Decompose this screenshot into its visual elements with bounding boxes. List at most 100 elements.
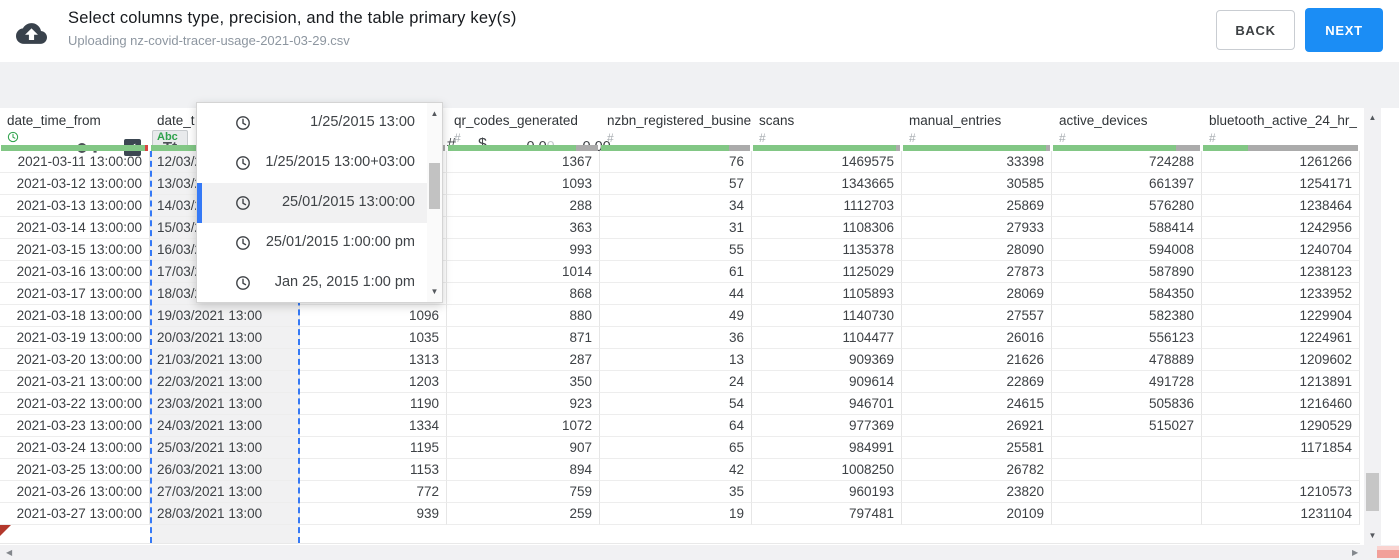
table-cell[interactable]: 36 [600,327,752,349]
table-cell[interactable]: 478889 [1052,349,1202,371]
table-cell[interactable]: 23/03/2021 13:00 [150,393,300,415]
table-cell[interactable]: 2021-03-23 13:00:00 [0,415,150,437]
format-option[interactable]: 1/25/2015 13:00 [197,103,442,143]
table-cell[interactable]: 27933 [902,217,1052,239]
table-cell[interactable]: 44 [600,283,752,305]
column-header-qr_codes_generated[interactable]: qr_codes_generated # [447,108,600,151]
table-cell[interactable]: 64 [600,415,752,437]
column-header-active_devices[interactable]: active_devices # [1052,108,1202,151]
table-cell[interactable]: 556123 [1052,327,1202,349]
table-cell[interactable]: 25869 [902,195,1052,217]
scroll-up-icon[interactable]: ▲ [1364,113,1381,122]
table-cell[interactable]: 24615 [902,393,1052,415]
column-header-bluetooth_active_24_hr_[interactable]: bluetooth_active_24_hr_ # [1202,108,1360,151]
table-cell[interactable]: 871 [447,327,600,349]
table-cell[interactable]: 49 [600,305,752,327]
table-cell[interactable]: 2021-03-27 13:00:00 [0,503,150,525]
table-cell[interactable]: 20109 [902,503,1052,525]
table-cell[interactable]: 23820 [902,481,1052,503]
table-cell[interactable]: 1469575 [752,151,902,173]
table-cell[interactable]: 1313 [300,349,447,371]
table-cell[interactable]: 1209602 [1202,349,1360,371]
table-cell[interactable]: 909369 [752,349,902,371]
next-button[interactable]: NEXT [1305,8,1383,52]
scroll-right-icon[interactable]: ▶ [1352,548,1358,557]
table-cell[interactable]: 25581 [902,437,1052,459]
table-cell[interactable]: 2021-03-11 13:00:00 [0,151,150,173]
table-cell[interactable]: 984991 [752,437,902,459]
table-cell[interactable]: 977369 [752,415,902,437]
table-cell[interactable]: 21626 [902,349,1052,371]
table-cell[interactable]: 1367 [447,151,600,173]
table-cell[interactable]: 26782 [902,459,1052,481]
table-cell[interactable]: 1072 [447,415,600,437]
table-cell[interactable]: 1261266 [1202,151,1360,173]
table-cell[interactable]: 515027 [1052,415,1202,437]
table-cell[interactable]: 1229904 [1202,305,1360,327]
dropdown-scrollbar-thumb[interactable] [429,163,440,209]
table-cell[interactable]: 1008250 [752,459,902,481]
table-cell[interactable]: 54 [600,393,752,415]
table-cell[interactable]: 1135378 [752,239,902,261]
table-cell[interactable]: 259 [447,503,600,525]
table-cell[interactable]: 923 [447,393,600,415]
table-cell[interactable]: 19/03/2021 13:00 [150,305,300,327]
table-cell[interactable]: 1240704 [1202,239,1360,261]
table-cell[interactable]: 26016 [902,327,1052,349]
table-cell[interactable]: 946701 [752,393,902,415]
table-cell[interactable]: 588414 [1052,217,1202,239]
table-cell[interactable]: 724288 [1052,151,1202,173]
table-cell[interactable]: 1105893 [752,283,902,305]
table-cell[interactable]: 1238464 [1202,195,1360,217]
table-cell[interactable]: 907 [447,437,600,459]
table-cell[interactable]: 57 [600,173,752,195]
table-cell[interactable]: 288 [447,195,600,217]
table-cell[interactable]: 13 [600,349,752,371]
table-cell[interactable]: 880 [447,305,600,327]
table-cell[interactable]: 27557 [902,305,1052,327]
table-cell[interactable]: 584350 [1052,283,1202,305]
format-option[interactable]: 1/25/2015 13:00+03:00 [197,143,442,183]
table-cell[interactable]: 2021-03-25 13:00:00 [0,459,150,481]
column-header-scans[interactable]: scans # [752,108,902,151]
table-cell[interactable]: 1104477 [752,327,902,349]
table-cell[interactable]: 2021-03-18 13:00:00 [0,305,150,327]
table-cell[interactable]: 55 [600,239,752,261]
table-cell[interactable]: 21/03/2021 13:00 [150,349,300,371]
table-cell[interactable]: 2021-03-24 13:00:00 [0,437,150,459]
table-cell[interactable]: 868 [447,283,600,305]
table-cell[interactable]: 26/03/2021 13:00 [150,459,300,481]
table-cell[interactable]: 1203 [300,371,447,393]
table-cell[interactable]: 894 [447,459,600,481]
table-cell[interactable]: 1233952 [1202,283,1360,305]
table-cell[interactable]: 2021-03-16 13:00:00 [0,261,150,283]
format-option[interactable]: 25/01/2015 1:00:00 pm [197,223,442,263]
scroll-down-icon[interactable]: ▼ [1364,531,1381,540]
column-header-nzbn_registered_busine[interactable]: nzbn_registered_busine # [600,108,752,151]
table-cell[interactable]: 1242956 [1202,217,1360,239]
table-cell[interactable]: 1093 [447,173,600,195]
table-cell[interactable]: 363 [447,217,600,239]
table-cell[interactable]: 2021-03-19 13:00:00 [0,327,150,349]
table-cell[interactable]: 2021-03-15 13:00:00 [0,239,150,261]
table-cell[interactable]: 1096 [300,305,447,327]
table-cell[interactable]: 287 [447,349,600,371]
table-cell[interactable]: 1190 [300,393,447,415]
table-cell[interactable]: 42 [600,459,752,481]
table-cell[interactable]: 28/03/2021 13:00 [150,503,300,525]
table-cell[interactable]: 24/03/2021 13:00 [150,415,300,437]
table-cell[interactable]: 1210573 [1202,481,1360,503]
column-header-date_time_from[interactable]: date_time_from [0,108,150,151]
table-cell[interactable]: 1343665 [752,173,902,195]
table-cell[interactable]: 28069 [902,283,1052,305]
table-cell[interactable]: 594008 [1052,239,1202,261]
table-cell[interactable]: 1153 [300,459,447,481]
table-cell[interactable]: 491728 [1052,371,1202,393]
table-cell[interactable]: 909614 [752,371,902,393]
table-cell[interactable]: 20/03/2021 13:00 [150,327,300,349]
table-cell[interactable]: 939 [300,503,447,525]
table-cell[interactable]: 2021-03-13 13:00:00 [0,195,150,217]
vertical-scrollbar[interactable]: ▲ ▼ [1364,108,1381,545]
table-cell[interactable]: 661397 [1052,173,1202,195]
table-cell[interactable] [1052,459,1202,481]
